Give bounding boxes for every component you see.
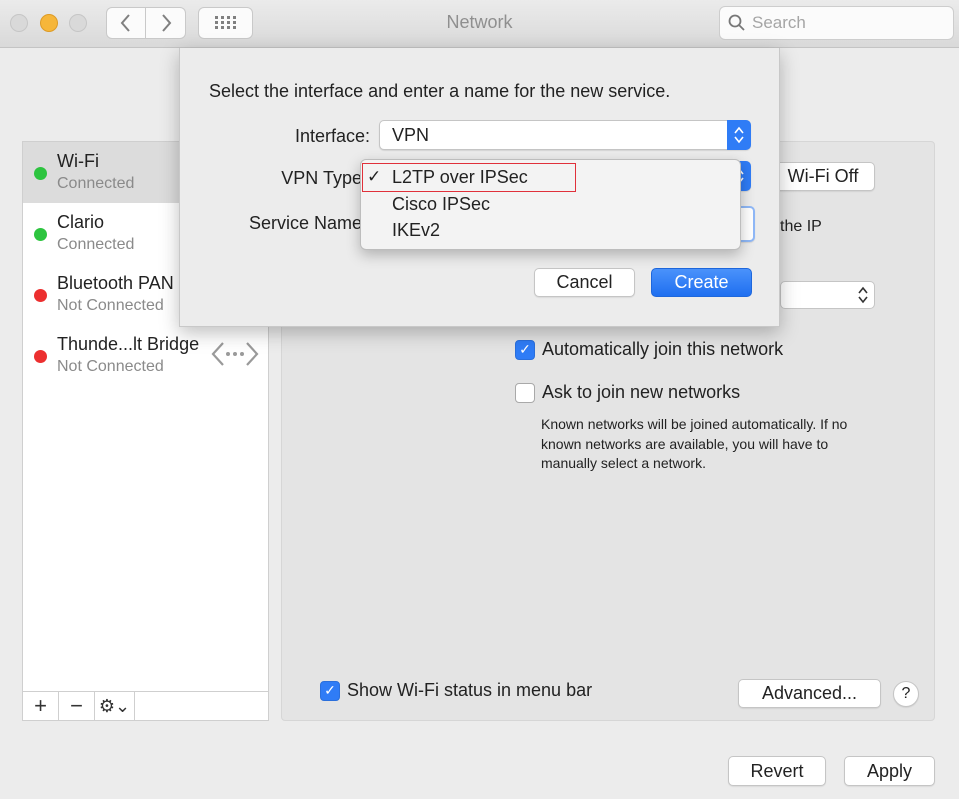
menu-item-ikev2[interactable]: IKEv2 bbox=[361, 217, 740, 243]
revert-label: Revert bbox=[750, 760, 804, 781]
status-dot bbox=[34, 350, 47, 363]
search-field[interactable] bbox=[719, 6, 954, 40]
service-name-label: Service Name bbox=[248, 213, 362, 233]
interface-value: VPN bbox=[392, 125, 430, 145]
revert-button[interactable]: Revert bbox=[728, 756, 826, 786]
service-status: Connected bbox=[57, 175, 135, 192]
advanced-button[interactable]: Advanced... bbox=[738, 679, 881, 708]
advanced-label: Advanced... bbox=[761, 683, 858, 703]
search-icon bbox=[728, 14, 745, 31]
help-button[interactable]: ? bbox=[893, 681, 919, 707]
service-status: Not Connected bbox=[57, 297, 164, 314]
service-name: Thunde...lt Bridge bbox=[57, 334, 200, 354]
show-status-checkbox[interactable]: ✓ bbox=[320, 680, 340, 701]
service-list-toolbar: + − ⚙⌄ bbox=[23, 691, 268, 720]
service-status: Connected bbox=[57, 236, 135, 253]
ask-join-checkbox-row[interactable]: Ask to join new networks bbox=[515, 382, 740, 403]
add-service-button[interactable]: + bbox=[23, 692, 59, 720]
service-name: Clario bbox=[57, 212, 105, 232]
create-label: Create bbox=[674, 272, 729, 292]
show-status-checkbox-row[interactable]: ✓ Show Wi-Fi status in menu bar bbox=[320, 680, 592, 701]
create-button[interactable]: Create bbox=[651, 268, 752, 297]
service-status: Not Connected bbox=[57, 358, 164, 375]
menu-item-label: IKEv2 bbox=[392, 220, 441, 240]
menu-item-cisco-ipsec[interactable]: Cisco IPSec bbox=[361, 191, 740, 217]
remove-service-button[interactable]: − bbox=[59, 692, 95, 720]
status-dot bbox=[34, 228, 47, 241]
status-dot bbox=[34, 167, 47, 180]
turn-wifi-off-label: Wi-Fi Off bbox=[787, 166, 859, 186]
status-dot bbox=[34, 289, 47, 302]
show-status-label: Show Wi-Fi status in menu bar bbox=[347, 680, 593, 700]
interface-popup[interactable]: VPN bbox=[379, 120, 751, 150]
service-name: Wi-Fi bbox=[57, 151, 99, 171]
search-input[interactable] bbox=[752, 13, 942, 33]
ask-join-label: Ask to join new networks bbox=[542, 382, 741, 402]
service-name: Bluetooth PAN bbox=[57, 273, 174, 293]
interface-label: Interface: bbox=[294, 126, 370, 146]
cancel-button[interactable]: Cancel bbox=[534, 268, 635, 297]
partial-description-text: the IP bbox=[780, 218, 822, 235]
menu-item-label: Cisco IPSec bbox=[392, 194, 491, 214]
updown-arrows-icon bbox=[858, 286, 868, 304]
network-name-select[interactable]: ⌃ bbox=[780, 281, 875, 309]
ask-join-help-text: Known networks will be joined automatica… bbox=[541, 416, 848, 471]
cancel-label: Cancel bbox=[556, 272, 613, 292]
thunderbolt-bridge-icon bbox=[211, 342, 259, 366]
apply-label: Apply bbox=[866, 760, 913, 781]
auto-join-checkbox[interactable]: ✓ bbox=[515, 339, 535, 360]
auto-join-checkbox-row[interactable]: ✓ Automatically join this network bbox=[515, 339, 783, 360]
gear-menu-button[interactable]: ⚙⌄ bbox=[95, 692, 135, 720]
ask-join-checkbox[interactable] bbox=[515, 382, 535, 403]
updown-arrows-icon bbox=[727, 120, 751, 150]
auto-join-label: Automatically join this network bbox=[542, 339, 784, 359]
vpn-type-label: VPN Type bbox=[281, 168, 362, 188]
title-bar: Network bbox=[0, 0, 959, 48]
apply-button[interactable]: Apply bbox=[844, 756, 935, 786]
turn-wifi-off-button[interactable]: Wi-Fi Off bbox=[771, 162, 875, 191]
selection-highlight-box bbox=[362, 163, 576, 192]
help-icon: ? bbox=[901, 685, 911, 702]
sheet-instruction: Select the interface and enter a name fo… bbox=[209, 81, 671, 101]
service-item-thunderbolt-bridge[interactable]: Thunde...lt Bridge Not Connected bbox=[23, 325, 268, 386]
